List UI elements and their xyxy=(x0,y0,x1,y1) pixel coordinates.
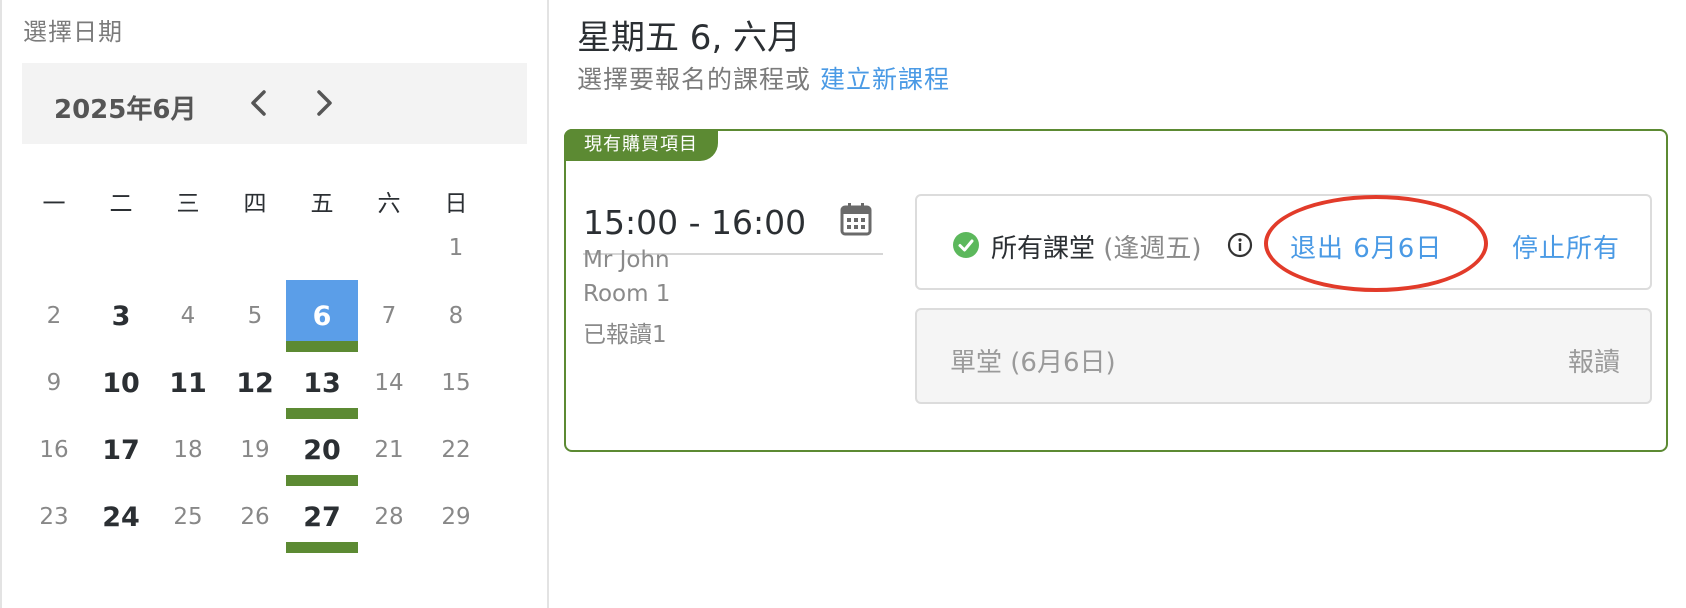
calendar-day[interactable]: 22 xyxy=(420,414,492,486)
calendar-day[interactable]: 29 xyxy=(420,481,492,553)
calendar-day[interactable]: 15 xyxy=(420,347,492,419)
calendar-day[interactable]: 23 xyxy=(18,481,90,553)
info-icon[interactable] xyxy=(1227,232,1253,258)
weekday-header: 二 xyxy=(109,191,133,217)
calendar-day-number: 26 xyxy=(240,504,270,530)
calendar-day[interactable]: 9 xyxy=(18,347,90,419)
calendar-day-number: 23 xyxy=(39,504,69,530)
calendar-day-number: 11 xyxy=(169,367,207,399)
enrolled-count: 已報讀1 xyxy=(583,322,667,348)
chevron-left-icon xyxy=(251,90,266,116)
calendar-day-number: 8 xyxy=(448,303,464,329)
create-new-class-link[interactable]: 建立新課程 xyxy=(820,65,950,94)
calendar-day[interactable]: 6 xyxy=(286,280,358,352)
calendar-day[interactable]: 24 xyxy=(85,481,157,553)
calendar-day-number: 14 xyxy=(374,370,404,396)
calendar-day-number: 24 xyxy=(102,501,140,533)
calendar-day-number: 13 xyxy=(303,367,341,399)
weekday-header: 四 xyxy=(243,191,267,217)
single-class-label: 單堂 (6月6日) xyxy=(950,348,1116,378)
calendar-day[interactable]: 21 xyxy=(353,414,425,486)
calendar-day-number: 27 xyxy=(303,501,341,533)
all-classes-note: (逢週五) xyxy=(1103,234,1202,264)
calendar-day-number: 17 xyxy=(102,434,140,466)
calendar-day-number: 4 xyxy=(180,303,196,329)
subtitle-text: 選擇要報名的課程或 xyxy=(577,65,812,94)
calendar-day-number: 1 xyxy=(448,235,464,261)
calendar-day[interactable]: 12 xyxy=(219,347,291,419)
calendar-day-number: 19 xyxy=(240,437,270,463)
calendar-day[interactable]: 25 xyxy=(152,481,224,553)
calendar-day[interactable]: 13 xyxy=(286,347,358,419)
calendar-day[interactable]: 17 xyxy=(85,414,157,486)
calendar-day[interactable]: 2 xyxy=(18,280,90,352)
date-picker-panel: 選擇日期 2025年6月 一二三四五六日 1 2 3 4 5 6 7 8 9 10 11 12 13 14 1… xyxy=(0,0,549,608)
teacher-name: Mr John xyxy=(583,247,670,273)
calendar-day-number: 29 xyxy=(441,504,471,530)
weekday-header: 三 xyxy=(176,191,200,217)
calendar-day[interactable]: 4 xyxy=(152,280,224,352)
month-header: 2025年6月 xyxy=(22,63,527,144)
calendar-day-number: 21 xyxy=(374,437,404,463)
calendar-day[interactable]: 16 xyxy=(18,414,90,486)
calendar-day[interactable]: 11 xyxy=(152,347,224,419)
calendar-day-number: 2 xyxy=(46,303,62,329)
withdraw-date-button[interactable]: 退出 6月6日 xyxy=(1290,228,1442,265)
check-circle-icon xyxy=(953,232,979,258)
calendar-day[interactable]: 5 xyxy=(219,280,291,352)
selected-date-title: 星期五 6, 六月 xyxy=(577,18,802,58)
class-time: 15:00 - 16:00 xyxy=(583,203,807,242)
calendar-day[interactable]: 3 xyxy=(85,280,157,352)
calendar-day-number: 15 xyxy=(441,370,471,396)
weekday-header: 六 xyxy=(377,191,401,217)
weekday-header: 一 xyxy=(42,191,66,217)
date-picker-title: 選擇日期 xyxy=(23,18,123,46)
stop-all-button[interactable]: 停止所有 xyxy=(1512,228,1620,265)
class-indicator-bar xyxy=(286,542,358,553)
existing-purchase-tab: 現有購買項目 xyxy=(564,129,718,161)
calendar-day-number: 5 xyxy=(247,303,263,329)
calendar-day-number: 3 xyxy=(111,300,131,332)
all-classes-text: 所有課堂 xyxy=(991,234,1096,264)
next-month-button[interactable] xyxy=(309,87,339,119)
calendar-day[interactable]: 27 xyxy=(286,481,358,553)
current-month-label: 2025年6月 xyxy=(54,95,197,125)
calendar-day[interactable]: 8 xyxy=(420,280,492,352)
calendar-day[interactable]: 1 xyxy=(420,212,492,284)
calendar-icon[interactable] xyxy=(839,201,873,237)
prev-month-button[interactable] xyxy=(244,87,274,119)
chevron-right-icon xyxy=(317,90,332,116)
calendar-day-number: 25 xyxy=(173,504,203,530)
calendar-day[interactable]: 18 xyxy=(152,414,224,486)
calendar-day[interactable]: 14 xyxy=(353,347,425,419)
subtitle: 選擇要報名的課程或 建立新課程 xyxy=(577,60,950,96)
calendar-day-number: 20 xyxy=(303,434,341,466)
weekday-header: 五 xyxy=(310,191,334,217)
calendar-day-number: 18 xyxy=(173,437,203,463)
calendar-day-number: 6 xyxy=(312,300,332,332)
calendar-day[interactable]: 20 xyxy=(286,414,358,486)
calendar-day[interactable]: 26 xyxy=(219,481,291,553)
calendar-day-number: 7 xyxy=(381,303,397,329)
calendar-day[interactable]: 28 xyxy=(353,481,425,553)
all-classes-label: 所有課堂 (逢週五) xyxy=(991,228,1202,265)
calendar-day-number: 16 xyxy=(39,437,69,463)
enroll-button[interactable]: 報讀 xyxy=(1568,342,1620,379)
all-classes-option: 所有課堂 (逢週五) 退出 6月6日 停止所有 xyxy=(915,194,1652,292)
calendar-day-number: 10 xyxy=(102,367,140,399)
calendar-day[interactable]: 19 xyxy=(219,414,291,486)
single-class-option: 單堂 (6月6日) 報讀 xyxy=(915,308,1652,404)
calendar-day[interactable]: 10 xyxy=(85,347,157,419)
calendar-day[interactable]: 7 xyxy=(353,280,425,352)
class-card: 現有購買項目 15:00 - 16:00 Mr John Room 1 已報讀1 xyxy=(564,129,1668,452)
calendar-day-number: 28 xyxy=(374,504,404,530)
calendar-day-number: 9 xyxy=(46,370,62,396)
room-name: Room 1 xyxy=(583,281,671,307)
calendar-day-number: 12 xyxy=(236,367,274,399)
calendar-day-number: 22 xyxy=(441,437,471,463)
